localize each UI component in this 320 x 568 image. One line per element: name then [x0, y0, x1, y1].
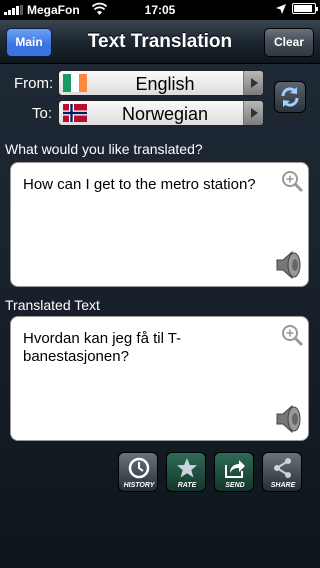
to-language-name: Norwegian — [121, 104, 209, 124]
translated-text-label: Translated Text — [5, 297, 100, 313]
status-bar: MegaFon 17:05 — [0, 0, 320, 20]
source-prompt-label: What would you like translated? — [5, 141, 203, 157]
swap-arrows-icon — [281, 87, 299, 107]
battery-level — [294, 5, 312, 12]
translated-text-field[interactable]: Hvordan kan jeg få til T-banestasjonen? — [10, 316, 309, 441]
share-label: SHARE — [270, 482, 296, 489]
source-text-field[interactable]: How can I get to the metro station? — [10, 162, 309, 287]
from-label: From: — [14, 75, 54, 92]
speaker-icon[interactable] — [274, 250, 302, 280]
source-text: How can I get to the metro station? — [23, 176, 256, 193]
history-label: HISTORY — [123, 482, 155, 489]
location-arrow-icon — [276, 3, 286, 14]
share-icon — [274, 458, 291, 478]
send-button[interactable]: SEND — [214, 452, 254, 492]
to-label: To: — [32, 105, 53, 122]
to-language-select[interactable]: Norwegian — [58, 100, 264, 126]
from-language-select[interactable]: English — [58, 70, 264, 96]
battery-icon — [292, 3, 318, 14]
norway-flag-icon — [63, 104, 87, 122]
swap-languages-button[interactable] — [274, 81, 306, 113]
clear-button[interactable]: Clear — [264, 28, 314, 57]
send-label: SEND — [225, 482, 245, 489]
translated-text: Hvordan kan jeg få til T-banestasjonen? — [23, 330, 182, 365]
rate-label: RATE — [177, 482, 197, 489]
rate-button[interactable]: RATE — [166, 452, 206, 492]
from-language-name: English — [135, 74, 195, 94]
ireland-flag-icon — [63, 74, 87, 92]
history-button[interactable]: HISTORY — [118, 452, 158, 492]
share-button[interactable]: SHARE — [262, 452, 302, 492]
navigation-bar: Main Text Translation Clear — [0, 20, 320, 64]
clock-icon — [128, 457, 150, 479]
send-arrow-icon — [225, 460, 245, 478]
zoom-icon[interactable] — [280, 169, 304, 193]
speaker-icon[interactable] — [274, 404, 302, 434]
clock: 17:05 — [144, 3, 176, 17]
zoom-icon[interactable] — [280, 323, 304, 347]
from-language-arrow-icon[interactable] — [243, 71, 263, 95]
star-icon — [177, 458, 197, 478]
to-language-arrow-icon[interactable] — [243, 101, 263, 125]
